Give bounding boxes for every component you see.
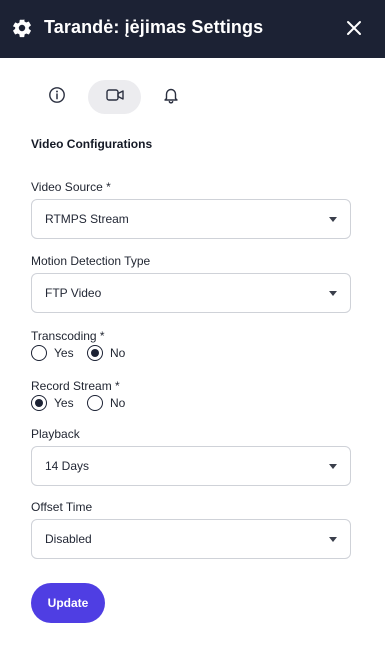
motion-detection-label: Motion Detection Type <box>31 254 151 268</box>
update-button[interactable]: Update <box>31 583 105 623</box>
close-icon[interactable] <box>343 17 365 39</box>
gear-icon <box>11 17 33 39</box>
transcoding-no-radio[interactable]: No <box>87 345 125 361</box>
record-stream-no-radio[interactable]: No <box>87 395 125 411</box>
playback-select[interactable]: 14 Days <box>31 446 351 486</box>
tab-video[interactable] <box>88 80 141 114</box>
transcoding-yes-label: Yes <box>54 346 74 360</box>
transcoding-label: Transcoding * <box>31 329 105 343</box>
radio-circle <box>31 345 47 361</box>
bell-icon <box>162 86 180 109</box>
record-stream-no-label: No <box>110 396 126 410</box>
section-title: Video Configurations <box>31 137 153 151</box>
offset-time-value: Disabled <box>45 532 92 546</box>
chevron-down-icon <box>329 464 337 469</box>
record-stream-yes-radio[interactable]: Yes <box>31 395 74 411</box>
chevron-down-icon <box>329 537 337 542</box>
radio-circle-checked <box>31 395 47 411</box>
radio-circle <box>87 395 103 411</box>
playback-label: Playback <box>31 427 80 441</box>
offset-time-select[interactable]: Disabled <box>31 519 351 559</box>
tab-notifications[interactable] <box>152 80 190 114</box>
radio-circle-checked <box>87 345 103 361</box>
video-source-select[interactable]: RTMPS Stream <box>31 199 351 239</box>
video-source-label: Video Source * <box>31 180 111 194</box>
record-stream-yes-label: Yes <box>54 396 74 410</box>
settings-tabs <box>0 80 385 116</box>
record-stream-label: Record Stream * <box>31 379 120 393</box>
settings-title: Tarandė: įėjimas Settings <box>44 17 264 37</box>
video-source-value: RTMPS Stream <box>45 212 129 226</box>
transcoding-yes-radio[interactable]: Yes <box>31 345 74 361</box>
tab-info[interactable] <box>38 80 76 114</box>
offset-time-label: Offset Time <box>31 500 93 514</box>
chevron-down-icon <box>329 217 337 222</box>
motion-detection-value: FTP Video <box>45 286 102 300</box>
chevron-down-icon <box>329 291 337 296</box>
video-camera-icon <box>105 86 125 109</box>
settings-header: Tarandė: įėjimas Settings <box>0 0 385 58</box>
transcoding-no-label: No <box>110 346 126 360</box>
info-icon <box>48 86 66 109</box>
playback-value: 14 Days <box>45 459 90 473</box>
motion-detection-select[interactable]: FTP Video <box>31 273 351 313</box>
